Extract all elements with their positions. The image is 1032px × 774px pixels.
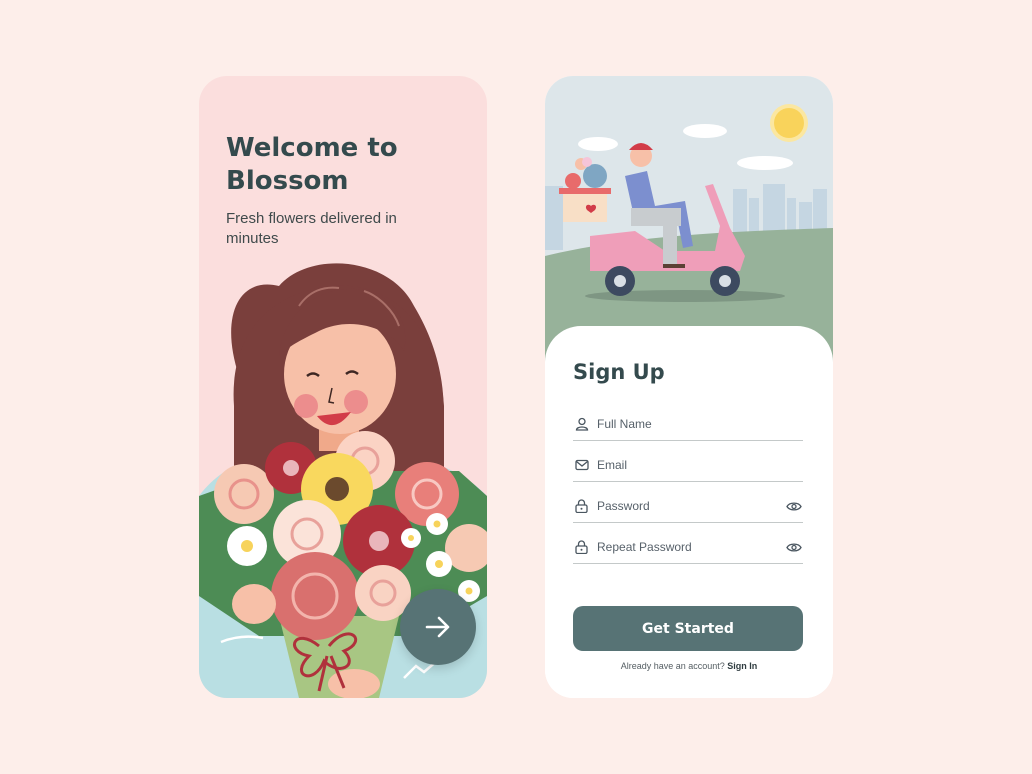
full-name-field (573, 408, 803, 441)
user-icon (575, 417, 589, 431)
signup-form: Sign Up Full Name Email Get Started Alre… (545, 326, 833, 698)
get-started-button[interactable]: Get Started (573, 606, 803, 651)
signin-prompt-text: Already have an account? (620, 661, 725, 671)
welcome-subtitle: Fresh flowers delivered in minutes (226, 210, 397, 247)
welcome-screen: Welcome to Blossom Fresh flowers deliver… (199, 76, 487, 698)
password-input[interactable] (597, 499, 786, 513)
signin-prompt: Already have an account? Sign In (545, 661, 833, 671)
arrow-right-icon (425, 616, 450, 638)
eye-icon[interactable] (786, 500, 802, 512)
signin-link[interactable]: Sign In (727, 661, 757, 671)
repeat-password-input[interactable] (597, 540, 786, 554)
repeat-password-field (573, 531, 803, 564)
lock-icon (575, 499, 589, 513)
email-field (573, 449, 803, 482)
signup-title: Sign Up (573, 360, 665, 384)
password-field (573, 490, 803, 523)
email-input[interactable] (597, 458, 803, 472)
signup-screen: Sign Up Full Name Email Get Started Alre… (545, 76, 833, 698)
welcome-title: Welcome to Blossom (226, 133, 398, 196)
delivery-scooter-illustration (545, 76, 833, 366)
next-button[interactable] (400, 589, 476, 665)
mail-icon (575, 458, 589, 472)
eye-icon[interactable] (786, 541, 802, 553)
full-name-input[interactable] (597, 417, 803, 431)
lock-icon (575, 540, 589, 554)
